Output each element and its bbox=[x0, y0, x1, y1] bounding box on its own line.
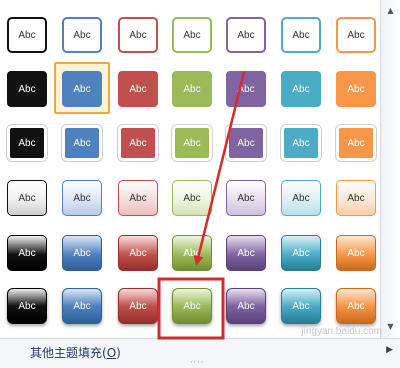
swatch-label: Abc bbox=[183, 247, 201, 259]
gallery-scrollbar[interactable]: ▲ ▼ bbox=[380, 0, 400, 338]
style-swatch-green-row1[interactable]: Abc bbox=[172, 17, 212, 53]
swatch-label: Abc bbox=[237, 247, 255, 259]
swatch-label: Abc bbox=[292, 247, 310, 259]
resize-grip-icon[interactable]: ···· bbox=[190, 358, 204, 367]
swatch-label: Abc bbox=[18, 137, 36, 149]
swatch-label: Abc bbox=[237, 300, 255, 312]
swatch-label: Abc bbox=[183, 83, 201, 95]
swatch-label: Abc bbox=[18, 29, 36, 41]
swatch-label: Abc bbox=[347, 137, 365, 149]
style-swatch-green-row4[interactable]: Abc bbox=[172, 180, 212, 216]
swatch-label: Abc bbox=[73, 29, 91, 41]
style-swatch-aqua-row1[interactable]: Abc bbox=[281, 17, 321, 53]
swatch-label: Abc bbox=[237, 137, 255, 149]
style-swatch-purple-row1[interactable]: Abc bbox=[226, 17, 266, 53]
swatch-label: Abc bbox=[292, 29, 310, 41]
style-swatch-green-row2[interactable]: Abc bbox=[172, 71, 212, 107]
swatch-label: Abc bbox=[73, 83, 91, 95]
swatch-label: Abc bbox=[347, 29, 365, 41]
style-swatch-aqua-row5[interactable]: Abc bbox=[281, 235, 321, 271]
style-swatch-red-row2[interactable]: Abc bbox=[118, 71, 158, 107]
swatch-label: Abc bbox=[129, 192, 147, 204]
swatch-label: Abc bbox=[237, 192, 255, 204]
footer-label-close: ) bbox=[116, 346, 121, 360]
swatch-label: Abc bbox=[18, 192, 36, 204]
style-swatch-orange-row1[interactable]: Abc bbox=[336, 17, 376, 53]
watermark: jingyan.baidu.com bbox=[301, 326, 382, 337]
swatch-label: Abc bbox=[73, 300, 91, 312]
swatch-label: Abc bbox=[18, 247, 36, 259]
swatch-label: Abc bbox=[73, 192, 91, 204]
style-swatch-black-row6[interactable]: Abc bbox=[7, 288, 47, 324]
style-swatch-black-row5[interactable]: Abc bbox=[7, 235, 47, 271]
style-swatch-blue-row2[interactable]: Abc bbox=[62, 71, 102, 107]
swatch-label: Abc bbox=[237, 83, 255, 95]
style-swatch-red-row4[interactable]: Abc bbox=[118, 180, 158, 216]
footer-label: 其他主题填充( bbox=[30, 346, 107, 360]
style-swatch-purple-row3[interactable]: Abc bbox=[225, 124, 267, 162]
style-swatch-purple-row5[interactable]: Abc bbox=[226, 235, 266, 271]
swatch-label: Abc bbox=[183, 29, 201, 41]
style-swatch-purple-row4[interactable]: Abc bbox=[226, 180, 266, 216]
swatch-label: Abc bbox=[347, 300, 365, 312]
swatch-label: Abc bbox=[347, 247, 365, 259]
shape-style-gallery: Abc Abc Abc Abc Abc Abc Abc Abc Abc Abc Abc Abc Abc A… bbox=[0, 0, 381, 338]
style-swatch-red-row5[interactable]: Abc bbox=[118, 235, 158, 271]
style-swatch-red-row1[interactable]: Abc bbox=[118, 17, 158, 53]
style-swatch-orange-row5[interactable]: Abc bbox=[336, 235, 376, 271]
style-swatch-aqua-row3[interactable]: Abc bbox=[280, 124, 322, 162]
swatch-label: Abc bbox=[237, 29, 255, 41]
swatch-label: Abc bbox=[73, 137, 91, 149]
submenu-arrow-icon: ▶ bbox=[386, 345, 393, 355]
swatch-label: Abc bbox=[129, 83, 147, 95]
style-swatch-black-row3[interactable]: Abc bbox=[6, 124, 48, 162]
swatch-label: Abc bbox=[347, 83, 365, 95]
swatch-label: Abc bbox=[292, 137, 310, 149]
style-swatch-orange-row2[interactable]: Abc bbox=[336, 71, 376, 107]
swatch-label: Abc bbox=[73, 247, 91, 259]
swatch-label: Abc bbox=[183, 192, 201, 204]
style-swatch-purple-row6[interactable]: Abc bbox=[226, 288, 266, 324]
swatch-label: Abc bbox=[292, 192, 310, 204]
gallery-footer: 其他主题填充(O) ▶ ···· bbox=[0, 338, 400, 368]
swatch-label: Abc bbox=[183, 137, 201, 149]
scroll-down-icon[interactable]: ▼ bbox=[385, 322, 396, 332]
swatch-label: Abc bbox=[18, 83, 36, 95]
style-swatch-black-row2[interactable]: Abc bbox=[7, 71, 47, 107]
style-swatch-purple-row2[interactable]: Abc bbox=[226, 71, 266, 107]
style-swatch-blue-row5[interactable]: Abc bbox=[62, 235, 102, 271]
style-swatch-aqua-row2[interactable]: Abc bbox=[281, 71, 321, 107]
style-swatch-aqua-row4[interactable]: Abc bbox=[281, 180, 321, 216]
swatch-label: Abc bbox=[292, 83, 310, 95]
swatch-label: Abc bbox=[18, 300, 36, 312]
style-swatch-orange-row6[interactable]: Abc bbox=[336, 288, 376, 324]
style-swatch-blue-row3[interactable]: Abc bbox=[61, 124, 103, 162]
scroll-up-icon[interactable]: ▲ bbox=[385, 6, 396, 16]
style-swatch-orange-row3[interactable]: Abc bbox=[335, 124, 377, 162]
swatch-label: Abc bbox=[347, 192, 365, 204]
other-theme-fills-menu-item[interactable]: 其他主题填充(O) bbox=[30, 344, 121, 361]
style-swatch-blue-row4[interactable]: Abc bbox=[62, 180, 102, 216]
swatch-label: Abc bbox=[183, 300, 201, 312]
style-swatch-aqua-row6[interactable]: Abc bbox=[281, 288, 321, 324]
swatch-label: Abc bbox=[292, 300, 310, 312]
swatch-label: Abc bbox=[129, 29, 147, 41]
style-swatch-red-row6[interactable]: Abc bbox=[118, 288, 158, 324]
footer-accelerator: O bbox=[106, 346, 117, 360]
style-swatch-black-row1[interactable]: Abc bbox=[7, 17, 47, 53]
style-swatch-green-row5[interactable]: Abc bbox=[172, 235, 212, 271]
swatch-label: Abc bbox=[129, 247, 147, 259]
style-swatch-green-row3[interactable]: Abc bbox=[171, 124, 213, 162]
swatch-label: Abc bbox=[129, 300, 147, 312]
style-swatch-red-row3[interactable]: Abc bbox=[117, 124, 159, 162]
style-swatch-blue-row6[interactable]: Abc bbox=[62, 288, 102, 324]
style-swatch-green-row6[interactable]: Abc bbox=[172, 288, 212, 324]
style-swatch-blue-row1[interactable]: Abc bbox=[62, 17, 102, 53]
style-swatch-orange-row4[interactable]: Abc bbox=[336, 180, 376, 216]
swatch-label: Abc bbox=[129, 137, 147, 149]
style-swatch-black-row4[interactable]: Abc bbox=[7, 180, 47, 216]
